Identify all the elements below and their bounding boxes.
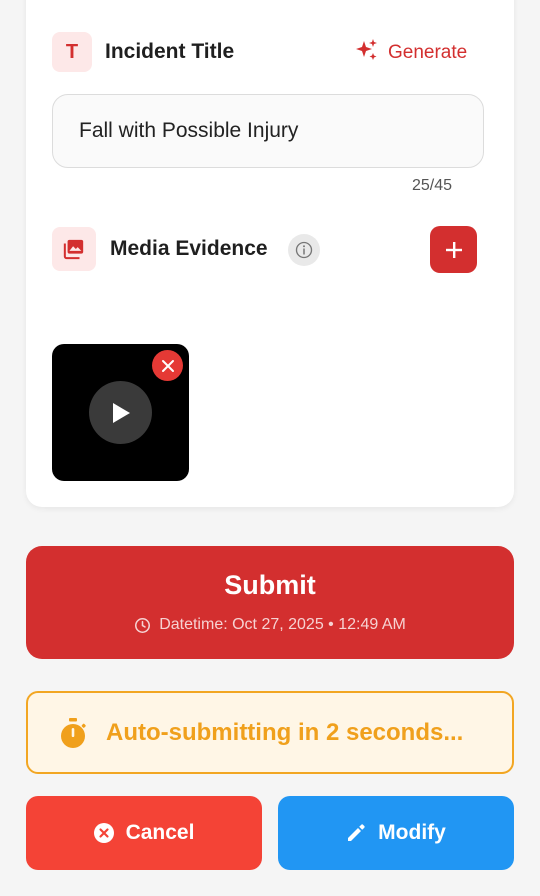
title-char-counter: 25/45 [412, 177, 453, 194]
incident-title-label: Incident Title [105, 40, 235, 63]
cancel-label: Cancel [125, 821, 195, 844]
info-icon[interactable] [288, 234, 320, 266]
sparkle-icon [354, 38, 378, 68]
image-gallery-icon [52, 227, 96, 271]
add-media-button[interactable] [430, 226, 477, 273]
submit-button[interactable]: Submit Datetime: Oct 27, 2025 • 12:49 AM [26, 546, 514, 659]
close-icon [161, 359, 174, 372]
datetime-text: Datetime: Oct 27, 2025 • 12:49 AM [159, 616, 406, 633]
generate-label: Generate [388, 42, 468, 63]
pencil-icon [348, 824, 365, 841]
cancel-circle-icon [93, 823, 114, 843]
incident-title-input[interactable] [52, 94, 484, 168]
video-thumbnail[interactable] [52, 344, 189, 481]
submit-label: Submit [224, 570, 316, 600]
title-letter: T [65, 40, 79, 63]
remove-media-button[interactable] [152, 350, 183, 381]
submit-datetime: Datetime: Oct 27, 2025 • 12:49 AM [26, 616, 514, 634]
modify-button[interactable]: Modify [278, 796, 514, 870]
auto-submit-banner: Auto-submitting in 2 seconds... [26, 691, 514, 774]
plus-icon [445, 241, 462, 258]
title-letter-icon: T [52, 32, 92, 72]
generate-button[interactable]: Generate [354, 38, 467, 68]
modify-label: Modify [378, 821, 446, 844]
auto-submit-text: Auto-submitting in 2 seconds... [106, 718, 464, 746]
stopwatch-icon [61, 717, 86, 748]
cancel-button[interactable]: Cancel [26, 796, 262, 870]
clock-icon [135, 617, 151, 633]
play-icon[interactable] [89, 381, 152, 444]
media-evidence-label: Media Evidence [110, 237, 268, 260]
